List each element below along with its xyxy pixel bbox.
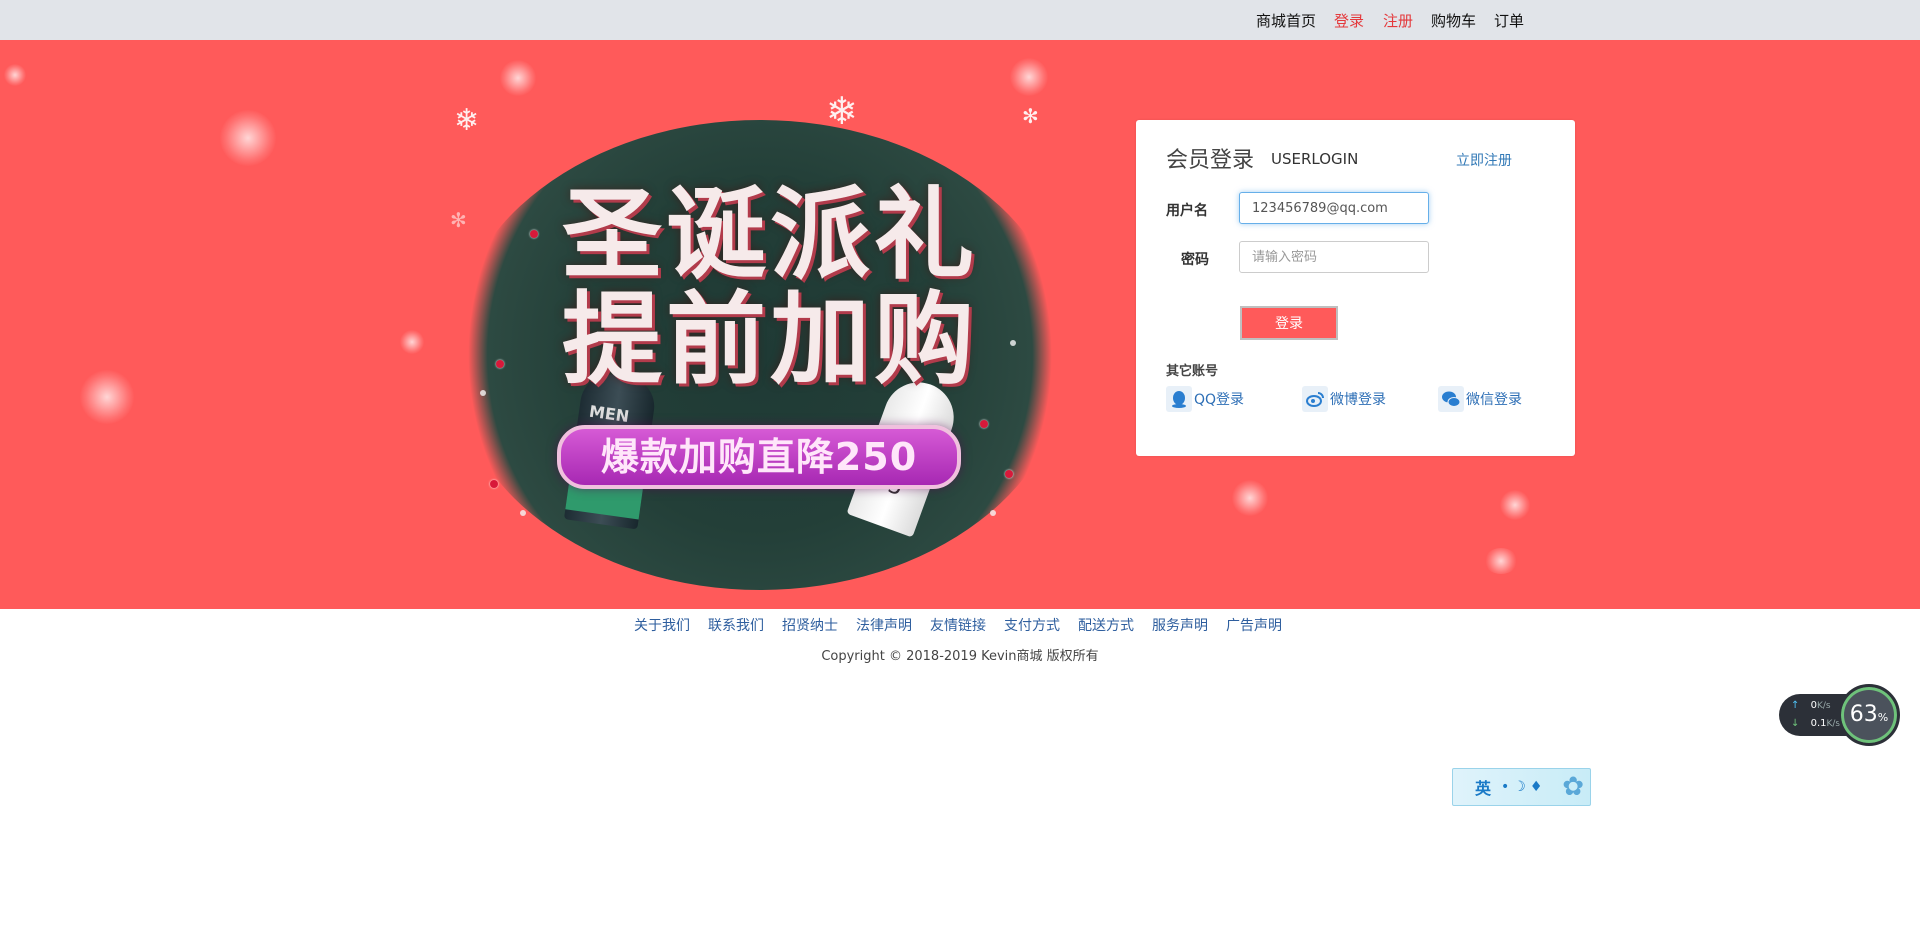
wreath-snow	[1010, 340, 1016, 346]
password-input[interactable]	[1239, 241, 1429, 273]
footer-link-jobs[interactable]: 招贤纳士	[782, 615, 838, 635]
snow-bokeh	[220, 110, 276, 166]
username-input[interactable]	[1239, 192, 1429, 224]
skin-icon[interactable]: ♦	[1530, 779, 1547, 795]
wechat-icon	[1438, 386, 1464, 412]
ime-toolbar[interactable]: 英 •☽♦ ✿	[1452, 768, 1591, 806]
footer-link-legal[interactable]: 法律声明	[856, 615, 912, 635]
memory-percent: 63	[1849, 702, 1878, 727]
promo-headline-1: 圣诞派礼	[562, 176, 978, 293]
snow-bokeh	[80, 370, 134, 424]
username-label: 用户名	[1166, 203, 1208, 219]
snow-bokeh	[1500, 490, 1530, 520]
upload-speed: ↑ 0K/s	[1791, 700, 1831, 711]
promo-tag: 爆款加购直降250	[557, 425, 961, 489]
memory-percent-suffix: %	[1877, 711, 1889, 724]
footer-link-about[interactable]: 关于我们	[634, 615, 690, 635]
promo-graphic: MEN 55° 圣诞派礼 提前加购 爆款加购直降250	[450, 90, 1070, 590]
register-link[interactable]: 立即注册	[1456, 150, 1512, 170]
punctuation-icon[interactable]: •	[1501, 779, 1513, 795]
snow-bokeh	[400, 330, 424, 354]
upload-unit: K/s	[1816, 701, 1831, 711]
weibo-login-label: 微博登录	[1330, 392, 1386, 408]
snow-bokeh	[1484, 548, 1518, 574]
berry	[980, 420, 988, 428]
nav-login-link[interactable]: 登录	[1334, 10, 1364, 31]
login-subtitle: USERLOGIN	[1271, 150, 1359, 168]
flower-icon: ✿	[1562, 772, 1584, 802]
moon-icon[interactable]: ☽	[1513, 779, 1530, 795]
product-brand: MEN	[587, 401, 631, 427]
qq-login-link[interactable]: QQ登录	[1166, 386, 1244, 412]
download-arrow-icon: ↓	[1791, 718, 1800, 729]
other-accounts-label: 其它账号	[1166, 364, 1219, 379]
upload-arrow-icon: ↑	[1791, 700, 1800, 711]
qq-icon	[1166, 386, 1192, 412]
footer-link-friends[interactable]: 友情链接	[930, 615, 986, 635]
wechat-login-link[interactable]: 微信登录	[1438, 386, 1522, 412]
copyright: Copyright © 2018-2019 Kevin商城 版权所有	[0, 645, 1920, 664]
footer-link-delivery[interactable]: 配送方式	[1078, 615, 1134, 635]
weibo-icon	[1302, 386, 1328, 412]
snow-bokeh	[1232, 480, 1268, 516]
footer-link-payment[interactable]: 支付方式	[1004, 615, 1060, 635]
qq-login-label: QQ登录	[1194, 392, 1245, 408]
footer-link-ads[interactable]: 广告声明	[1226, 615, 1282, 635]
download-value: 0.1	[1810, 718, 1827, 729]
wechat-login-label: 微信登录	[1466, 392, 1522, 408]
footer-link-contact[interactable]: 联系我们	[708, 615, 764, 635]
berry	[530, 230, 538, 238]
snow-bokeh	[4, 64, 26, 86]
nav-orders-link[interactable]: 订单	[1494, 10, 1524, 31]
password-label: 密码	[1181, 252, 1209, 268]
footer-link-service[interactable]: 服务声明	[1152, 615, 1208, 635]
wreath-snow	[520, 510, 526, 516]
weibo-login-link[interactable]: 微博登录	[1302, 386, 1386, 412]
promo-headline-2: 提前加购	[562, 281, 978, 398]
top-bar: 商城首页 登录 注册 购物车 订单	[0, 0, 1920, 40]
login-card: 会员登录 USERLOGIN 立即注册 用户名 密码 登录 其它账号 QQ登录 …	[1136, 120, 1575, 456]
wreath-snow	[480, 390, 486, 396]
hero-banner: ❄ ❄ ✻ ✻ MEN 55° 圣诞派礼 提前加购 爆款加购直降250	[0, 40, 1920, 609]
wreath-snow	[990, 510, 996, 516]
memory-usage-gauge[interactable]: 63%	[1838, 684, 1900, 746]
login-button[interactable]: 登录	[1240, 306, 1338, 340]
ime-mode-icons: •☽♦	[1501, 779, 1546, 795]
berry	[496, 360, 504, 368]
berry	[490, 480, 498, 488]
nav-home-link[interactable]: 商城首页	[1256, 10, 1316, 31]
copyright-text: Copyright © 2018-2019 Kevin商城 版权所有	[821, 649, 1099, 664]
ime-language-toggle[interactable]: 英	[1475, 775, 1491, 799]
nav-cart-link[interactable]: 购物车	[1431, 10, 1476, 31]
nav-register-link[interactable]: 注册	[1383, 10, 1413, 31]
download-speed: ↓ 0.1K/s	[1791, 718, 1840, 729]
footer-links: 关于我们 联系我们 招贤纳士 法律声明 友情链接 支付方式 配送方式 服务声明 …	[0, 615, 1920, 635]
login-title: 会员登录	[1166, 148, 1255, 173]
berry	[1005, 470, 1013, 478]
